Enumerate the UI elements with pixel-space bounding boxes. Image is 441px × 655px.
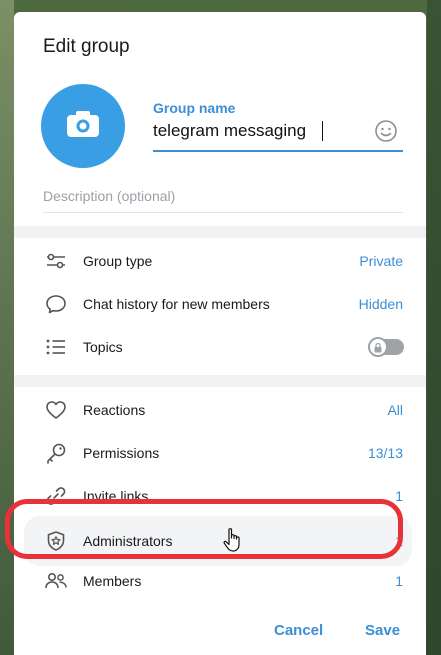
- section-divider: [14, 375, 426, 387]
- description-input[interactable]: Description (optional): [43, 188, 175, 204]
- members-row[interactable]: Members 1: [14, 560, 426, 602]
- chat-history-label: Chat history for new members: [83, 296, 270, 312]
- topics-toggle[interactable]: [368, 337, 404, 357]
- chat-bubble-icon: [44, 293, 68, 315]
- members-icon: [44, 570, 68, 592]
- permissions-row[interactable]: Permissions 13/13: [14, 432, 426, 474]
- camera-icon: [66, 110, 100, 143]
- background-left: [0, 0, 14, 655]
- emoji-icon: [374, 119, 398, 148]
- reactions-value: All: [387, 402, 403, 418]
- group-type-label: Group type: [83, 253, 153, 269]
- background-right: [427, 0, 441, 655]
- group-name-label: Group name: [153, 100, 236, 116]
- topics-label: Topics: [83, 339, 123, 355]
- permissions-label: Permissions: [83, 445, 160, 461]
- lock-icon: [368, 337, 388, 357]
- members-value: 1: [395, 573, 403, 589]
- invite-links-value: 1: [395, 488, 403, 504]
- chat-history-value: Hidden: [358, 296, 403, 312]
- list-icon: [44, 336, 68, 358]
- section-divider: [14, 226, 426, 238]
- sliders-icon: [44, 250, 68, 272]
- group-type-value: Private: [359, 253, 403, 269]
- highlight-annotation-ring: [5, 499, 403, 559]
- reactions-label: Reactions: [83, 402, 146, 418]
- emoji-button[interactable]: [373, 119, 399, 148]
- topics-row[interactable]: Topics: [14, 326, 426, 368]
- reactions-row[interactable]: Reactions All: [14, 389, 426, 431]
- group-type-row[interactable]: Group type Private: [14, 240, 426, 282]
- group-name-underline: [153, 150, 403, 152]
- members-label: Members: [83, 573, 142, 589]
- key-icon: [44, 442, 68, 464]
- permissions-value: 13/13: [367, 445, 403, 461]
- dialog-title: Edit group: [43, 36, 130, 57]
- description-underline: [43, 212, 403, 213]
- hand-pointer-cursor-icon: [222, 527, 244, 553]
- save-button[interactable]: Save: [365, 622, 400, 639]
- group-name-input[interactable]: telegram messaging: [153, 121, 323, 141]
- group-photo-button[interactable]: [41, 84, 125, 168]
- chat-history-row[interactable]: Chat history for new members Hidden: [14, 283, 426, 325]
- cancel-button[interactable]: Cancel: [274, 622, 323, 639]
- heart-icon: [44, 399, 68, 421]
